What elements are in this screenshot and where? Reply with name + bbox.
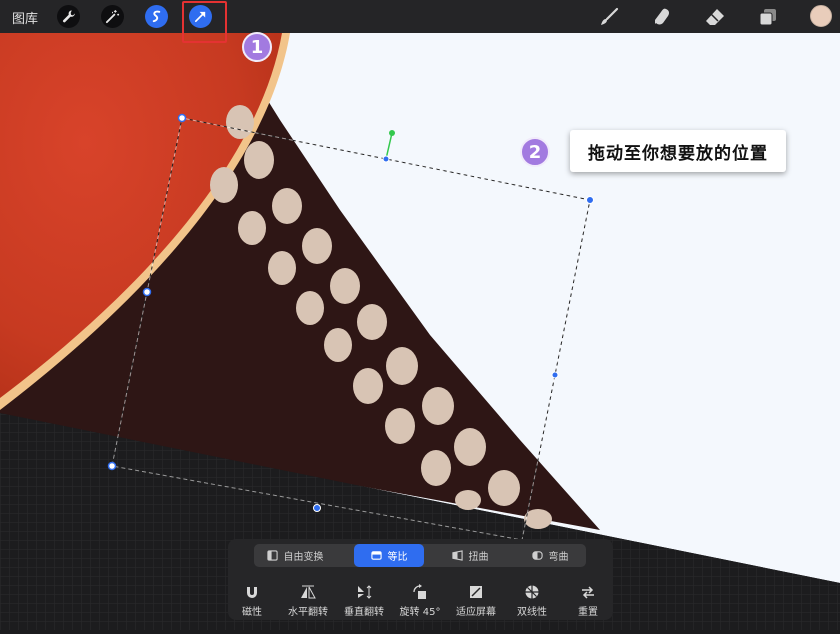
magnetics-button[interactable]: 磁性 — [223, 584, 281, 618]
flip-vertical-label: 垂直翻转 — [344, 607, 384, 618]
distort-icon — [451, 550, 463, 561]
mode-warp[interactable]: 弯曲 — [514, 544, 586, 567]
bilinear-icon — [525, 585, 539, 599]
actions-button[interactable] — [57, 5, 80, 28]
eraser-icon — [706, 9, 724, 25]
flip-horizontal-label: 水平翻转 — [288, 607, 328, 618]
step-badge-2: 2 — [520, 137, 550, 167]
interpolation-button[interactable]: 双线性 — [503, 584, 561, 618]
selection-button[interactable] — [145, 5, 168, 28]
warp-icon — [531, 551, 543, 560]
mode-uniform[interactable]: 等比 — [354, 544, 424, 567]
color-swatch-button[interactable] — [810, 5, 832, 27]
wrench-icon — [62, 10, 75, 23]
magic-wand-icon — [105, 9, 120, 24]
layers-icon — [759, 9, 776, 26]
freeform-icon — [266, 550, 278, 561]
mode-distort-label: 扭曲 — [468, 552, 489, 563]
tip-callout: 拖动至你想要放的位置 — [570, 130, 786, 172]
adjustments-button[interactable] — [101, 5, 124, 28]
rotate-45-button[interactable]: 旋转 45° — [391, 584, 449, 618]
canvas-artwork — [0, 0, 840, 630]
brush-button[interactable] — [598, 6, 620, 28]
fit-to-screen-label: 适应屏幕 — [456, 607, 496, 618]
layers-button[interactable] — [757, 6, 779, 28]
magnetics-label: 磁性 — [242, 607, 262, 618]
interpolation-label: 双线性 — [517, 607, 547, 618]
uniform-icon — [370, 551, 382, 560]
top-toolbar: 图库 — [0, 0, 840, 33]
transform-panel: 自由变换 等比 扭曲 弯曲 磁性 水平翻转 垂直翻转 旋转 45° 适应屏幕 双… — [228, 539, 613, 620]
highlight-box — [182, 1, 227, 43]
mode-warp-label: 弯曲 — [548, 552, 569, 563]
drawing-canvas[interactable] — [0, 0, 840, 630]
reset-icon — [582, 586, 594, 599]
selection-icon — [152, 10, 161, 23]
smudge-button[interactable] — [651, 6, 673, 28]
step-badge-1: 1 — [242, 32, 272, 62]
gallery-button[interactable]: 图库 — [12, 8, 38, 27]
transform-mode-selector: 自由变换 等比 扭曲 弯曲 — [254, 544, 586, 567]
reset-button[interactable]: 重置 — [559, 584, 617, 618]
rotate-45-label: 旋转 45° — [399, 607, 441, 618]
flip-vertical-icon — [358, 585, 372, 599]
eraser-button[interactable] — [704, 6, 726, 28]
mode-freeform[interactable]: 自由变换 — [254, 544, 336, 567]
fit-to-screen-button[interactable]: 适应屏幕 — [447, 584, 505, 618]
magnet-icon — [247, 587, 257, 598]
flip-vertical-button[interactable]: 垂直翻转 — [335, 584, 393, 618]
flip-horizontal-button[interactable]: 水平翻转 — [279, 584, 337, 618]
mode-freeform-label: 自由变换 — [283, 552, 324, 563]
brush-icon — [601, 7, 619, 25]
flip-horizontal-icon — [301, 585, 316, 599]
fit-screen-icon — [470, 586, 482, 598]
smudge-icon — [655, 8, 670, 25]
reset-label: 重置 — [578, 607, 598, 618]
mode-uniform-label: 等比 — [387, 552, 408, 563]
rotate-icon — [413, 584, 426, 599]
mode-distort[interactable]: 扭曲 — [434, 544, 506, 567]
